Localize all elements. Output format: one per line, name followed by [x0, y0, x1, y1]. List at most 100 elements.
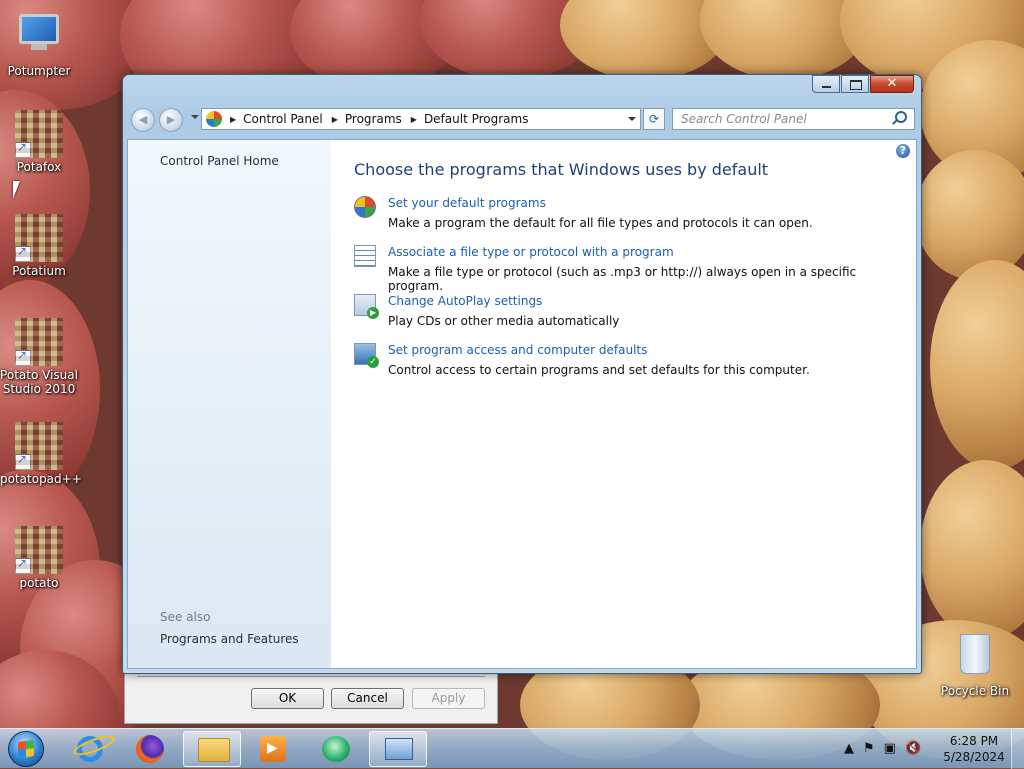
- help-icon[interactable]: ?: [896, 144, 910, 158]
- file-association-icon: [354, 245, 376, 267]
- green-app-icon: [322, 736, 350, 762]
- chevron-right-icon[interactable]: ▶: [332, 115, 338, 124]
- taskbar-green-app[interactable]: [307, 731, 365, 767]
- cancel-button[interactable]: Cancel: [331, 688, 404, 709]
- breadcrumb-programs[interactable]: Programs: [345, 112, 402, 126]
- control-panel-icon: [206, 111, 222, 127]
- task-description: Make a file type or protocol (such as .m…: [388, 265, 857, 293]
- associate-file-type-link[interactable]: Associate a file type or protocol with a…: [388, 245, 906, 265]
- apply-button: Apply: [412, 688, 485, 709]
- default-programs-icon: [354, 196, 377, 220]
- taskbar-media-player[interactable]: [244, 731, 302, 767]
- breadcrumb-control-panel[interactable]: Control Panel: [243, 112, 323, 126]
- taskbar: ▲ ⚑ ▣ 🔇 6:28 PM 5/28/2024: [0, 728, 1024, 769]
- search-icon[interactable]: [895, 111, 907, 123]
- task-autoplay: Change AutoPlay settings Play CDs or oth…: [354, 294, 906, 343]
- internet-explorer-icon: [77, 736, 103, 762]
- programs-and-features-link[interactable]: Programs and Features: [160, 632, 299, 646]
- shortcut-arrow-icon: [15, 140, 31, 158]
- mouse-cursor-icon: [13, 181, 20, 199]
- desktop-icon-potato-visual-studio[interactable]: Potato Visual Studio 2010: [0, 318, 78, 396]
- firefox-icon: [136, 735, 164, 763]
- desktop-icon-recycle-bin[interactable]: Pocycle Bin: [936, 630, 1014, 698]
- task-program-access: Set program access and computer defaults…: [354, 343, 906, 392]
- desktop-icon-potafox[interactable]: Potafox: [0, 110, 78, 174]
- desktop-icon-potatopad[interactable]: potatopad++: [0, 422, 82, 486]
- shortcut-arrow-icon: [15, 452, 31, 470]
- potato-app-icon: [15, 526, 63, 574]
- control-panel-home-link[interactable]: Control Panel Home: [160, 154, 279, 168]
- potato-app-icon: [15, 422, 63, 470]
- desktop-icon-label: Potafox: [16, 160, 62, 174]
- program-access-link[interactable]: Set program access and computer defaults: [388, 343, 906, 363]
- media-player-icon: [260, 736, 286, 762]
- action-center-flag-icon[interactable]: ⚑: [863, 741, 875, 756]
- shortcut-arrow-icon: [15, 556, 31, 574]
- clock-date: 5/28/2024: [943, 750, 1005, 764]
- set-default-programs-link[interactable]: Set your default programs: [388, 196, 906, 216]
- recent-pages-dropdown[interactable]: [191, 115, 199, 119]
- back-button[interactable]: ◀: [131, 108, 155, 132]
- search-input[interactable]: Search Control Panel: [672, 108, 915, 130]
- potato-app-icon: [15, 110, 63, 158]
- clock-time: 6:28 PM: [949, 734, 999, 748]
- autoplay-icon: [354, 294, 379, 319]
- chevron-down-icon[interactable]: [628, 117, 636, 121]
- task-description: Control access to certain programs and s…: [388, 363, 810, 377]
- potato-app-icon: [15, 318, 63, 366]
- network-icon[interactable]: ▣: [884, 741, 896, 756]
- main-pane: Choose the programs that Windows uses by…: [354, 160, 906, 392]
- address-bar[interactable]: ▶ Control Panel ▶ Programs ▶ Default Pro…: [201, 108, 641, 130]
- start-button[interactable]: [8, 731, 44, 767]
- control-panel-window: ✕ ◀ ▶ ▶ Control Panel ▶ Programs ▶ Defau…: [122, 74, 922, 674]
- minimize-button[interactable]: [812, 75, 840, 93]
- taskbar-internet-explorer[interactable]: [60, 731, 118, 767]
- taskbar-file-explorer[interactable]: [183, 731, 241, 767]
- forward-button[interactable]: ▶: [159, 108, 183, 132]
- task-description: Play CDs or other media automatically: [388, 314, 620, 328]
- show-hidden-icons-button[interactable]: ▲: [844, 741, 854, 756]
- left-pane: Control Panel Home See also Programs and…: [128, 140, 331, 668]
- desktop-icon-label: potatopad++: [0, 472, 82, 486]
- taskbar-firefox[interactable]: [121, 731, 179, 767]
- desktop-icon-potato[interactable]: potato: [0, 526, 78, 590]
- navigation-bar: ◀ ▶ ▶ Control Panel ▶ Programs ▶ Default…: [131, 107, 915, 133]
- clock[interactable]: 6:28 PM 5/28/2024: [938, 733, 1010, 765]
- task-set-default-programs: Set your default programs Make a program…: [354, 196, 906, 245]
- shortcut-arrow-icon: [15, 244, 31, 262]
- desktop-icon-potatium[interactable]: Potatium: [0, 214, 78, 278]
- program-access-icon: [354, 343, 379, 368]
- chevron-right-icon[interactable]: ▶: [411, 115, 417, 124]
- taskbar-control-panel[interactable]: [369, 731, 427, 767]
- computer-icon: [15, 14, 63, 62]
- breadcrumb-default-programs[interactable]: Default Programs: [424, 112, 529, 126]
- show-desktop-button[interactable]: [1011, 729, 1024, 769]
- page-title: Choose the programs that Windows uses by…: [354, 160, 769, 179]
- task-associate-file-type: Associate a file type or protocol with a…: [354, 245, 906, 294]
- change-autoplay-link[interactable]: Change AutoPlay settings: [388, 294, 906, 314]
- shortcut-arrow-icon: [15, 348, 31, 366]
- chevron-right-icon[interactable]: ▶: [230, 115, 236, 124]
- ok-button[interactable]: OK: [251, 688, 324, 709]
- maximize-button[interactable]: [841, 75, 869, 93]
- close-button[interactable]: ✕: [870, 75, 914, 93]
- desktop-icon-label: potato: [19, 576, 59, 590]
- refresh-button[interactable]: ⟳: [643, 108, 665, 130]
- dialog-divider: [137, 676, 485, 678]
- system-tray: ▲ ⚑ ▣ 🔇: [844, 741, 921, 756]
- content-area: Control Panel Home See also Programs and…: [127, 139, 917, 669]
- potato-app-icon: [15, 214, 63, 262]
- desktop-icon-label: Potumpter: [7, 64, 71, 78]
- file-explorer-icon: [198, 738, 230, 762]
- recycle-bin-icon: [951, 634, 999, 682]
- desktop-icon-potumpter[interactable]: Potumpter: [0, 8, 78, 78]
- caption-buttons: ✕: [811, 75, 914, 93]
- see-also-heading: See also: [160, 610, 211, 624]
- background-dialog: OK Cancel Apply: [124, 672, 498, 724]
- task-description: Make a program the default for all file …: [388, 216, 813, 230]
- desktop-icon-label: Potato Visual Studio 2010: [0, 368, 78, 396]
- desktop-icon-label: Pocycle Bin: [940, 684, 1010, 698]
- control-panel-icon: [385, 738, 413, 760]
- volume-muted-icon[interactable]: 🔇: [905, 741, 921, 756]
- desktop-icon-label: Potatium: [12, 264, 66, 278]
